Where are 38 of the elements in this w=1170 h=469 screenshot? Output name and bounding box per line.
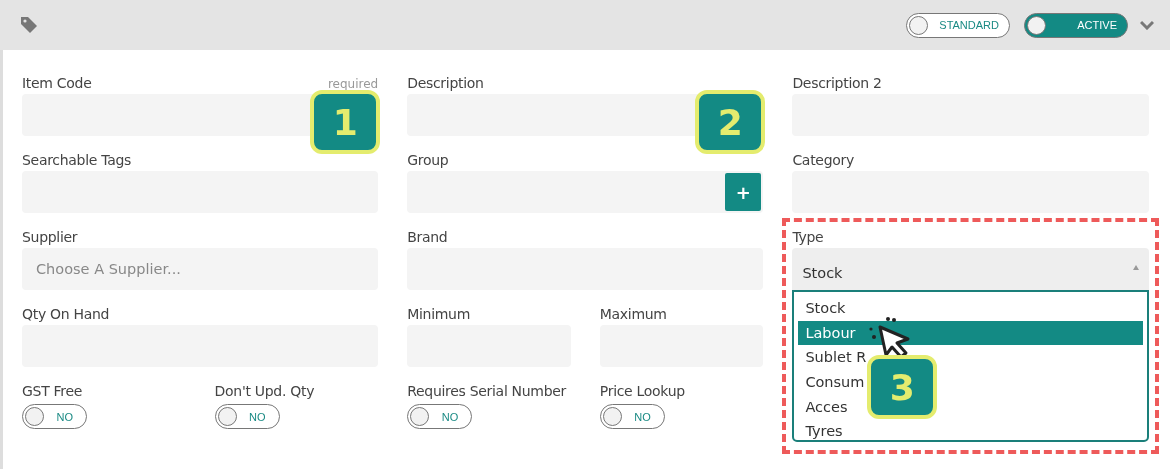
field-label: Category [792, 152, 854, 168]
select-field[interactable]: Stock [792, 248, 1149, 290]
step-number-tooltip: 3 [867, 355, 938, 419]
dropdown-option[interactable]: Consum [798, 369, 867, 395]
step-number-tooltip: 1 [310, 90, 381, 154]
toggle-switch[interactable]: NO [22, 404, 87, 429]
toggle-switch[interactable]: NO [599, 404, 665, 429]
dropdown-option[interactable]: Acces [798, 394, 850, 419]
toggle-switch[interactable]: NO [214, 404, 280, 429]
field-label: Supplier [22, 229, 78, 245]
dropdown-option[interactable]: Stock [798, 296, 848, 321]
field-label: Requires Serial Number [407, 383, 567, 399]
toggle-switch[interactable]: NO [407, 404, 473, 429]
add-button[interactable]: + [725, 173, 762, 211]
step-number-tooltip: 2 [695, 90, 766, 154]
field-label: GST Free [22, 383, 83, 399]
chevron-down-icon[interactable] [1140, 20, 1154, 30]
dropdown-option[interactable]: Sublet R [798, 345, 869, 370]
field-label: Don't Upd. Qty [214, 383, 315, 399]
select-field[interactable]: Choose A Supplier... [22, 248, 379, 290]
field-label: Group [407, 152, 449, 168]
field-label: Qty On Hand [22, 306, 110, 322]
tag-icon [20, 16, 38, 34]
input-field[interactable] [407, 171, 764, 213]
dropdown-option[interactable]: Tyres [798, 418, 845, 444]
field-label: Description [407, 75, 484, 91]
field-label: Price Lookup [599, 383, 685, 399]
field-label: Type [792, 229, 824, 245]
caret-up-icon [1132, 264, 1139, 270]
status-toggle[interactable]: ACTIVE [1024, 12, 1128, 38]
field-label: Brand [407, 229, 448, 245]
field-label: Minimum [407, 306, 470, 322]
field-label: Maximum [599, 306, 667, 322]
field-label: Description 2 [792, 75, 882, 91]
status-toggle[interactable]: STANDARD [906, 12, 1010, 38]
field-label: Item Code [22, 75, 92, 91]
required-hint: required [327, 77, 379, 91]
field-label: Searchable Tags [22, 152, 131, 168]
